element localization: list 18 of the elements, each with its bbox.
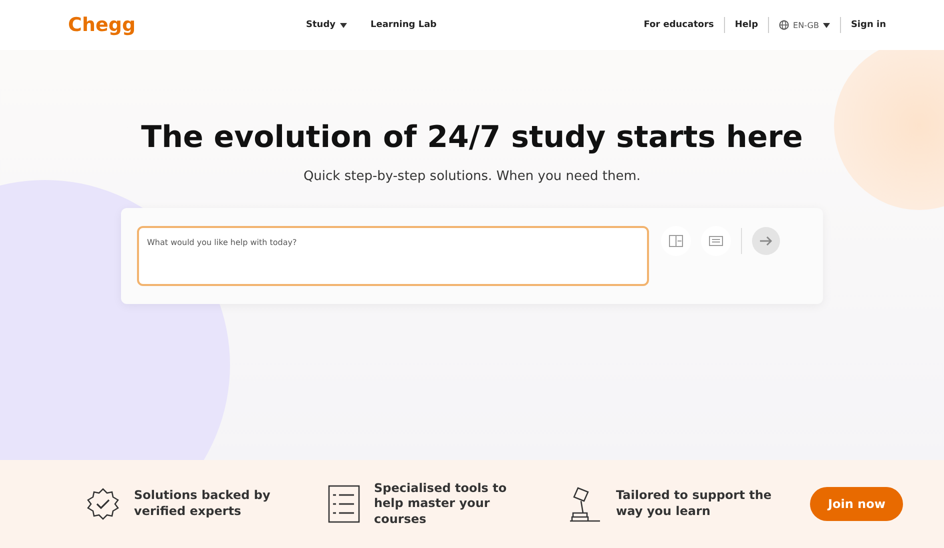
- checklist-icon: [328, 485, 360, 523]
- caret-icon: [822, 22, 830, 28]
- globe-icon: [779, 20, 790, 30]
- feature-text: Specialised tools to help master your courses: [374, 480, 508, 528]
- verified-badge-icon: [86, 487, 120, 521]
- study-menu[interactable]: Study: [306, 20, 347, 30]
- desk-lamp-icon: [568, 486, 602, 522]
- nav-link[interactable]: Sign in: [850, 20, 886, 30]
- language-selector[interactable]: EN-GB: [779, 20, 830, 30]
- hero-subtitle: Quick step-by-step solutions. When you need them.: [303, 169, 641, 184]
- hero-title: The evolution of 24/7 study starts here: [141, 120, 803, 155]
- feature-text: Tailored to support the way you learn: [616, 488, 773, 520]
- nav-link[interactable]: Help: [734, 20, 758, 30]
- feature-text: Solutions backed by verified experts: [134, 488, 272, 520]
- nav-link[interactable]: For educators: [644, 20, 714, 30]
- caret-icon: [340, 22, 347, 28]
- nav-link[interactable]: Learning Lab: [370, 20, 437, 30]
- search-field[interactable]: What would you like help with today?: [137, 226, 649, 286]
